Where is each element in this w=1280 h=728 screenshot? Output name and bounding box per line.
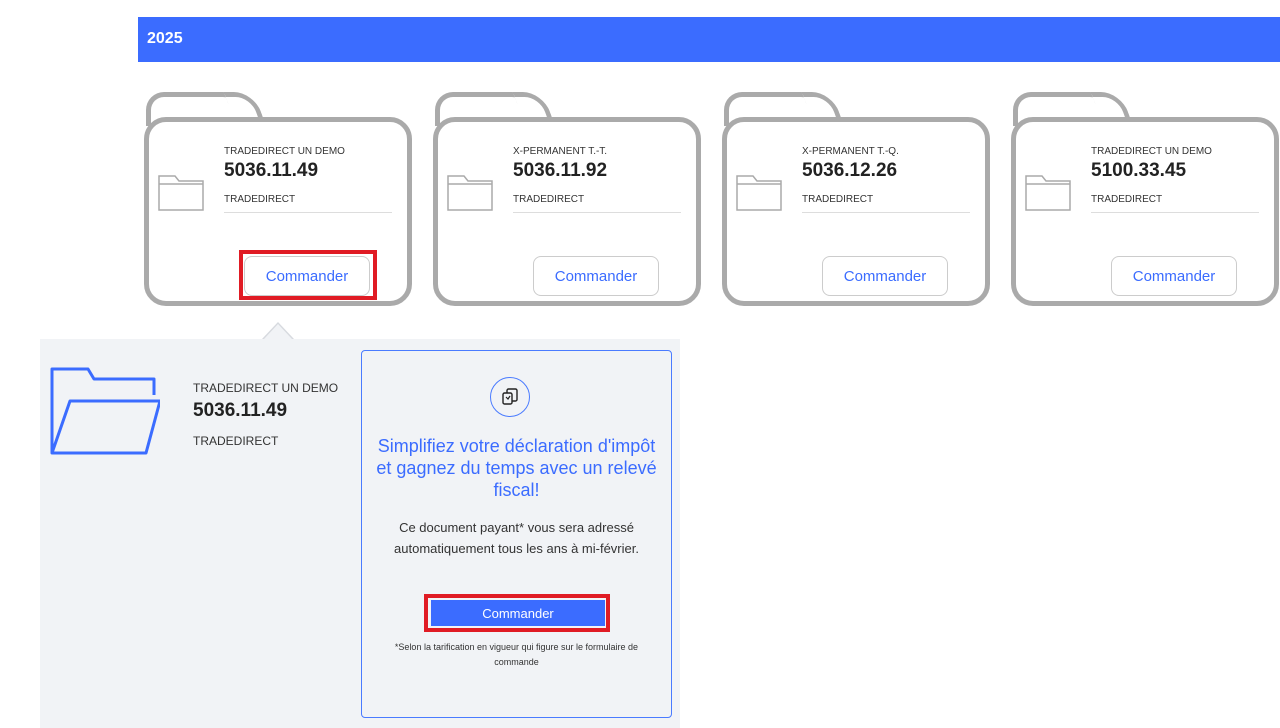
card-body: X-PERMANENT T.-Q. 5036.12.26 TRADEDIRECT… — [722, 117, 990, 306]
account-number: 5036.12.26 — [802, 160, 898, 181]
card-body: TRADEDIRECT UN DEMO 5036.11.49 TRADEDIRE… — [144, 117, 412, 306]
promo-footnote: *Selon la tarification en vigueur qui fi… — [394, 642, 639, 667]
card-body: X-PERMANENT T.-T. 5036.11.92 TRADEDIRECT… — [433, 117, 701, 306]
folder-icon — [158, 175, 204, 211]
account-type: X-PERMANENT T.-T. — [513, 146, 608, 157]
year-label: 2025 — [147, 30, 183, 47]
account-card[interactable]: X-PERMANENT T.-Q. 5036.12.26 TRADEDIRECT… — [722, 92, 990, 306]
commander-button[interactable]: Commander — [244, 256, 370, 296]
detail-account-type: TRADEDIRECT UN DEMO — [193, 381, 339, 395]
account-type: TRADEDIRECT UN DEMO — [224, 146, 345, 157]
account-card[interactable]: TRADEDIRECT UN DEMO 5100.33.45 TRADEDIRE… — [1011, 92, 1279, 306]
commander-button[interactable]: Commander — [1111, 256, 1237, 296]
divider — [224, 212, 392, 213]
account-number: 5036.11.92 — [513, 160, 608, 181]
commander-button[interactable]: Commander — [533, 256, 659, 296]
panel-pointer — [262, 322, 294, 339]
account-type: TRADEDIRECT UN DEMO — [1091, 146, 1212, 157]
detail-account-product: TRADEDIRECT — [193, 434, 279, 448]
folder-icon — [447, 175, 493, 211]
promo-title: Simplifiez votre déclaration d'impôt et … — [376, 436, 657, 500]
account-type: X-PERMANENT T.-Q. — [802, 146, 899, 157]
folder-icon — [736, 175, 782, 211]
divider — [513, 212, 681, 213]
folder-icon — [1025, 175, 1071, 211]
promo-commander-button[interactable]: Commander — [431, 600, 605, 626]
promo-description: Ce document payant* vous sera adressé au… — [394, 520, 639, 556]
card-body: TRADEDIRECT UN DEMO 5100.33.45 TRADEDIRE… — [1011, 117, 1279, 306]
year-header: 2025 — [138, 17, 1280, 62]
account-number: 5036.11.49 — [224, 160, 319, 181]
tax-statement-promo: Simplifiez votre déclaration d'impôt et … — [361, 350, 672, 718]
copy-documents-icon — [490, 377, 530, 417]
account-card[interactable]: X-PERMANENT T.-T. 5036.11.92 TRADEDIRECT… — [433, 92, 701, 306]
account-product: TRADEDIRECT — [513, 194, 585, 205]
commander-button[interactable]: Commander — [822, 256, 948, 296]
divider — [1091, 212, 1259, 213]
account-card[interactable]: TRADEDIRECT UN DEMO 5036.11.49 TRADEDIRE… — [144, 92, 412, 306]
detail-account-number: 5036.11.49 — [193, 400, 288, 421]
account-product: TRADEDIRECT — [802, 194, 874, 205]
open-folder-icon — [50, 367, 160, 455]
divider — [802, 212, 970, 213]
account-product: TRADEDIRECT — [224, 194, 296, 205]
account-number: 5100.33.45 — [1091, 160, 1187, 181]
account-product: TRADEDIRECT — [1091, 194, 1163, 205]
